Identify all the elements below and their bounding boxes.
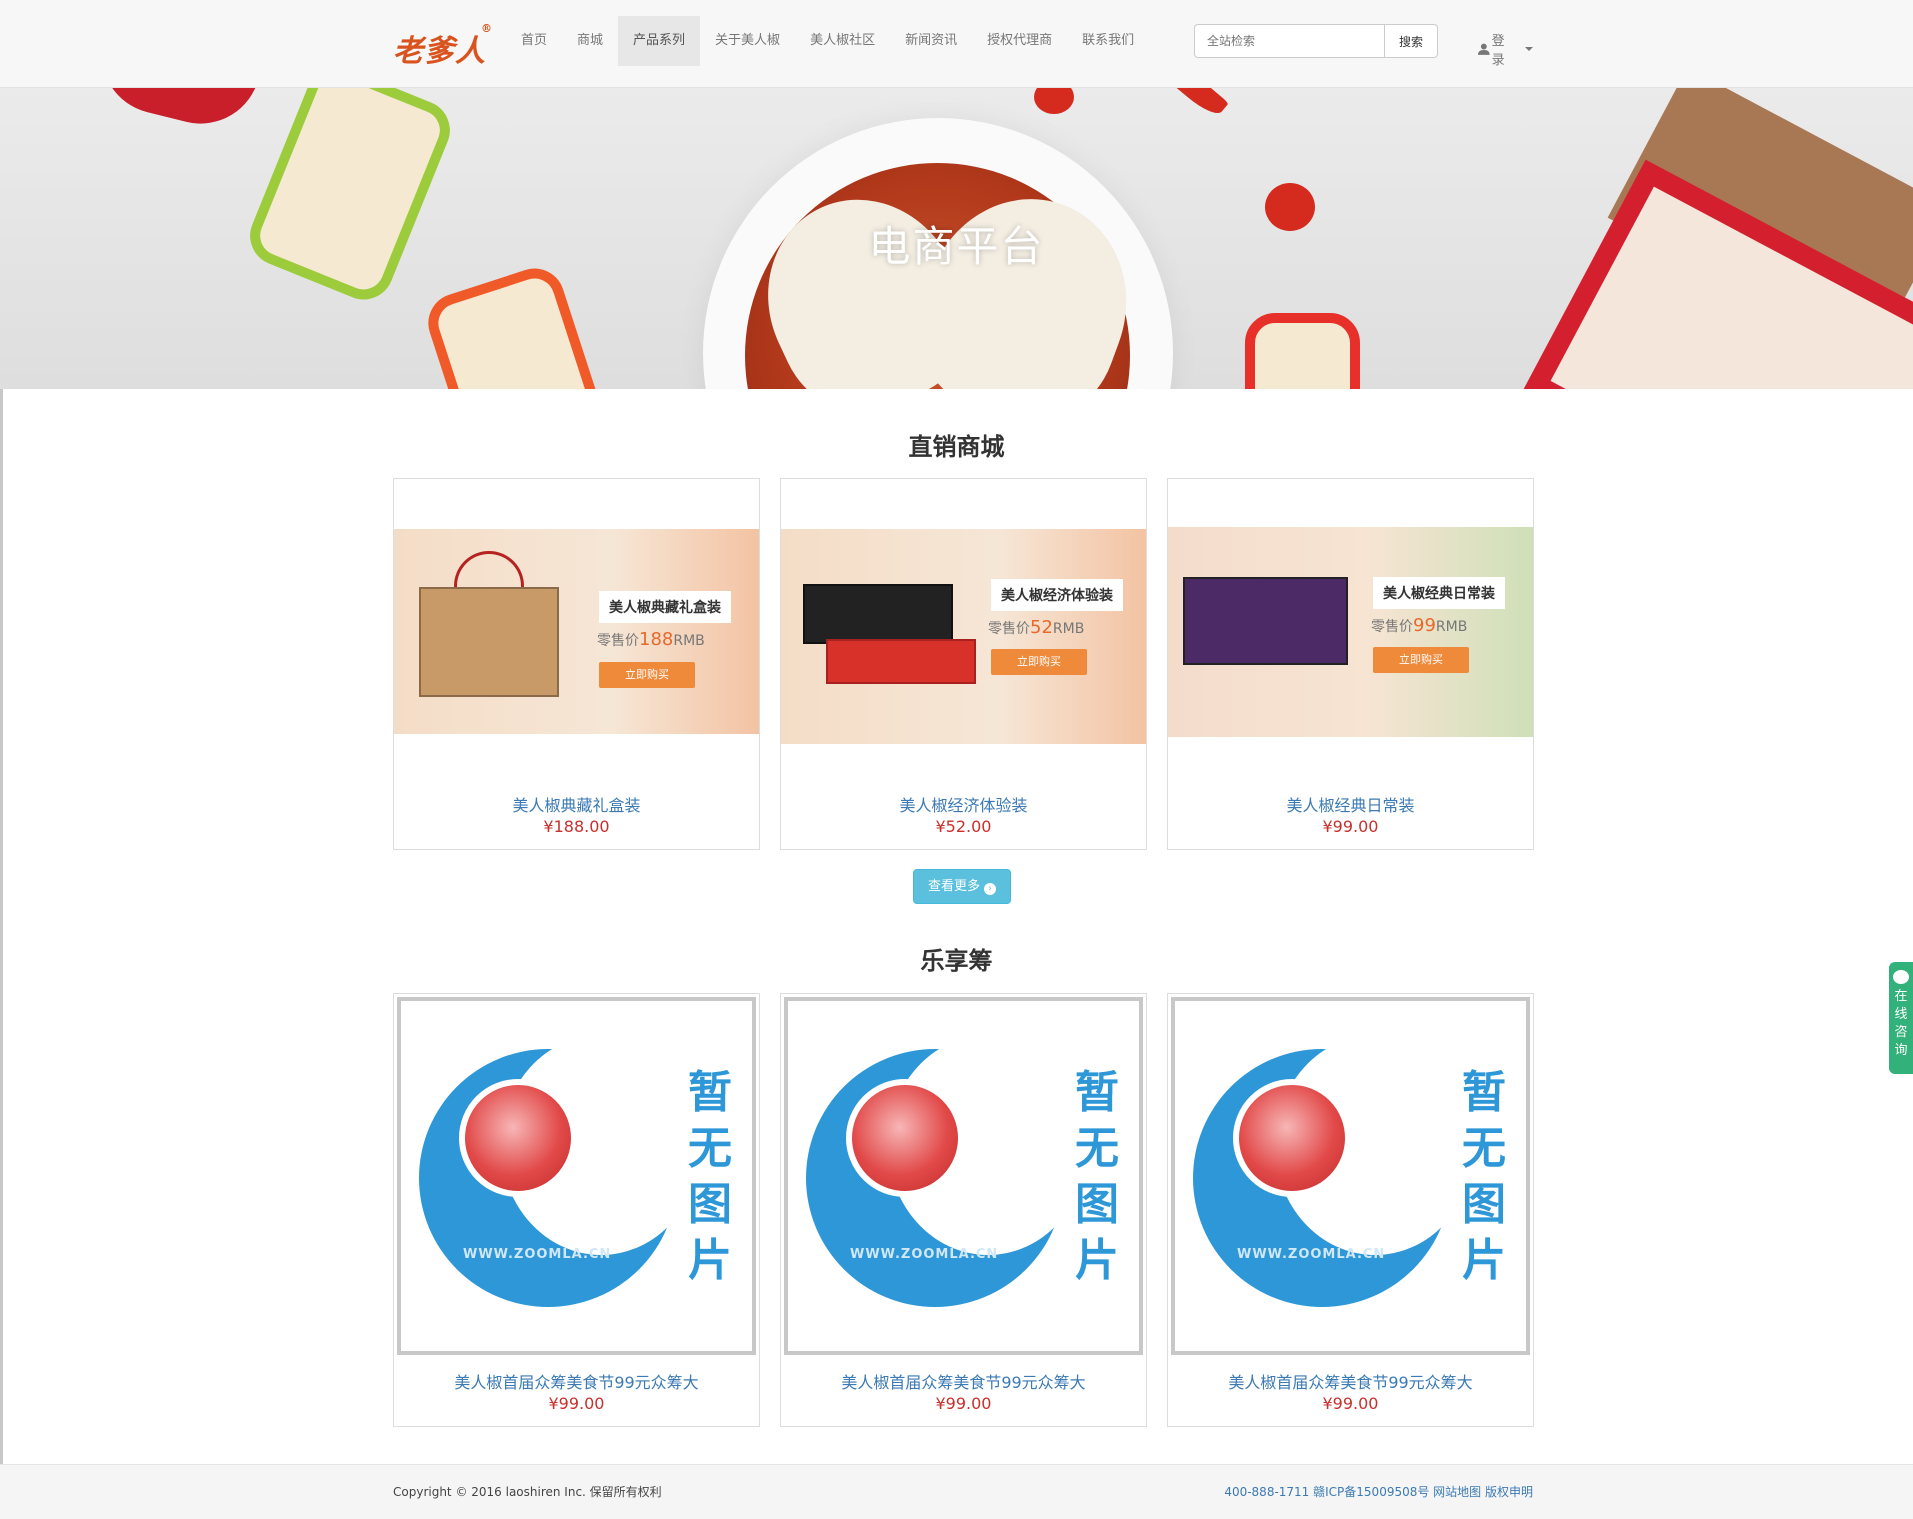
- view-more-button[interactable]: 查看更多 ›: [913, 869, 1011, 904]
- crowdfunding-card[interactable]: WWW.ZOOMLA.CN 暂无图片 美人椒首届众筹美食节99元众筹大 ¥99.…: [780, 993, 1147, 1427]
- registered-mark: ®: [481, 22, 493, 35]
- nav-shop[interactable]: 商城: [562, 16, 618, 66]
- crowdfunding-card[interactable]: WWW.ZOOMLA.CN 暂无图片 美人椒首届众筹美食节99元众筹大 ¥99.…: [1167, 993, 1534, 1427]
- chevron-right-icon: ›: [984, 883, 996, 895]
- product-name[interactable]: 美人椒典藏礼盒装: [394, 792, 759, 816]
- footer-links[interactable]: 400-888-1711 赣ICP备15009508号 网站地图 版权申明: [1224, 1483, 1533, 1500]
- crowdfunding-name[interactable]: 美人椒首届众筹美食节99元众筹大: [1168, 1369, 1533, 1393]
- promo-banner: 美人椒经济体验装 零售价52RMB 立即购买: [781, 529, 1146, 744]
- online-chat-tab[interactable]: 在线咨询: [1889, 962, 1913, 1074]
- promo-buy-button[interactable]: 立即购买: [1373, 647, 1469, 673]
- crowdfunding-price: ¥99.00: [548, 1394, 605, 1413]
- nav-contact[interactable]: 联系我们: [1067, 16, 1149, 66]
- promo-price: 零售价99RMB: [1371, 615, 1468, 636]
- no-image-placeholder[interactable]: WWW.ZOOMLA.CN 暂无图片: [1171, 997, 1530, 1355]
- site-search: 搜索: [1194, 24, 1438, 58]
- chat-bubble-icon: [1893, 970, 1909, 984]
- promo-banner: 美人椒典藏礼盒装 零售价188RMB 立即购买: [394, 529, 759, 734]
- crowdfunding-card[interactable]: WWW.ZOOMLA.CN 暂无图片 美人椒首届众筹美食节99元众筹大 ¥99.…: [393, 993, 760, 1427]
- no-image-placeholder[interactable]: WWW.ZOOMLA.CN 暂无图片: [397, 997, 756, 1355]
- tomato-image: [1034, 88, 1074, 114]
- promo-title: 美人椒经济体验装: [991, 579, 1123, 611]
- nav-agents[interactable]: 授权代理商: [972, 16, 1067, 66]
- placeholder-url: WWW.ZOOMLA.CN: [463, 1247, 612, 1262]
- chili-pepper-image: [1161, 88, 1229, 120]
- product-card[interactable]: 美人椒经济体验装 零售价52RMB 立即购买 美人椒经济体验装 ¥52.00: [780, 478, 1147, 850]
- nav-community[interactable]: 美人椒社区: [795, 16, 890, 66]
- gift-bag-image: [419, 587, 559, 697]
- product-name[interactable]: 美人椒经济体验装: [781, 792, 1146, 816]
- crowdfunding-price: ¥99.00: [1322, 1394, 1379, 1413]
- nav-about[interactable]: 关于美人椒: [700, 16, 795, 66]
- product-price: ¥52.00: [935, 817, 992, 836]
- placeholder-url: WWW.ZOOMLA.CN: [1237, 1247, 1386, 1262]
- promo-buy-button[interactable]: 立即购买: [991, 649, 1087, 675]
- banner-title: 电商平台: [868, 222, 1045, 271]
- product-box-image: [1183, 577, 1348, 665]
- product-price: ¥188.00: [543, 817, 610, 836]
- product-card[interactable]: 美人椒典藏礼盒装 零售价188RMB 立即购买 美人椒典藏礼盒装 ¥188.00: [393, 478, 760, 850]
- brand-logo[interactable]: 老爹人 ®: [393, 22, 493, 69]
- product-tin-image: [1245, 313, 1360, 389]
- brand-logo-text: 老爹人: [393, 34, 486, 69]
- caret-down-icon: [1525, 47, 1533, 51]
- nav-home[interactable]: 首页: [506, 16, 562, 66]
- promo-title: 美人椒典藏礼盒装: [599, 591, 731, 623]
- product-price: ¥99.00: [1322, 817, 1379, 836]
- search-input[interactable]: [1194, 24, 1384, 58]
- top-navbar: 老爹人 ® 首页 商城 产品系列 关于美人椒 美人椒社区 新闻资讯 授权代理商 …: [0, 0, 1913, 88]
- crowdfunding-price: ¥99.00: [935, 1394, 992, 1413]
- product-card[interactable]: 美人椒经典日常装 零售价99RMB 立即购买 美人椒经典日常装 ¥99.00: [1167, 478, 1534, 850]
- crowdfunding-title: 乐享筹: [920, 947, 993, 975]
- online-chat-label: 在线咨询: [1894, 989, 1908, 1058]
- nav-products[interactable]: 产品系列: [618, 16, 701, 66]
- footer-copyright: Copyright © 2016 laoshiren Inc. 保留所有权利: [393, 1485, 662, 1499]
- login-label: 登录: [1491, 34, 1505, 68]
- crowdfunding-name[interactable]: 美人椒首届众筹美食节99元众筹大: [394, 1369, 759, 1393]
- product-tray-image: [826, 639, 976, 684]
- login-dropdown[interactable]: 登录: [1478, 30, 1533, 68]
- crowdfunding-name[interactable]: 美人椒首届众筹美食节99元众筹大: [781, 1369, 1146, 1393]
- main-nav: 首页 商城 产品系列 关于美人椒 美人椒社区 新闻资讯 授权代理商 联系我们: [506, 16, 1149, 66]
- product-box-image: [803, 584, 953, 644]
- page-footer: Copyright © 2016 laoshiren Inc. 保留所有权利 4…: [0, 1464, 1913, 1519]
- placeholder-text: 暂无图片: [1462, 1067, 1506, 1286]
- product-name[interactable]: 美人椒经典日常装: [1168, 792, 1533, 816]
- search-button[interactable]: 搜索: [1384, 24, 1438, 58]
- bag-handle-image: [454, 551, 524, 591]
- nav-news[interactable]: 新闻资讯: [890, 16, 972, 66]
- product-tin-image: [241, 88, 459, 309]
- promo-buy-button[interactable]: 立即购买: [599, 662, 695, 688]
- promo-price: 零售价188RMB: [597, 629, 705, 650]
- placeholder-logo-ball: [459, 1079, 577, 1197]
- hero-banner[interactable]: 电商平台: [0, 88, 1913, 389]
- product-image[interactable]: 美人椒经济体验装 零售价52RMB 立即购买: [781, 479, 1146, 781]
- direct-shop-title: 直销商城: [908, 433, 1005, 461]
- promo-title: 美人椒经典日常装: [1373, 577, 1505, 609]
- no-image-placeholder[interactable]: WWW.ZOOMLA.CN 暂无图片: [784, 997, 1143, 1355]
- product-image[interactable]: 美人椒典藏礼盒装 零售价188RMB 立即购买: [394, 479, 759, 781]
- navbar-inner: 老爹人 ® 首页 商城 产品系列 关于美人椒 美人椒社区 新闻资讯 授权代理商 …: [393, 0, 1533, 88]
- product-image[interactable]: 美人椒经典日常装 零售价99RMB 立即购买: [1168, 479, 1533, 781]
- placeholder-text: 暂无图片: [688, 1067, 732, 1286]
- promo-price: 零售价52RMB: [988, 617, 1085, 638]
- placeholder-logo-ball: [846, 1079, 964, 1197]
- product-tin-image: [420, 260, 610, 389]
- placeholder-url: WWW.ZOOMLA.CN: [850, 1247, 999, 1262]
- view-more-label: 查看更多: [927, 879, 980, 894]
- placeholder-logo-ball: [1233, 1079, 1351, 1197]
- placeholder-text: 暂无图片: [1075, 1067, 1119, 1286]
- promo-banner: 美人椒经典日常装 零售价99RMB 立即购买: [1168, 527, 1533, 737]
- user-icon: [1478, 43, 1490, 55]
- red-ribbon-image: [88, 88, 262, 137]
